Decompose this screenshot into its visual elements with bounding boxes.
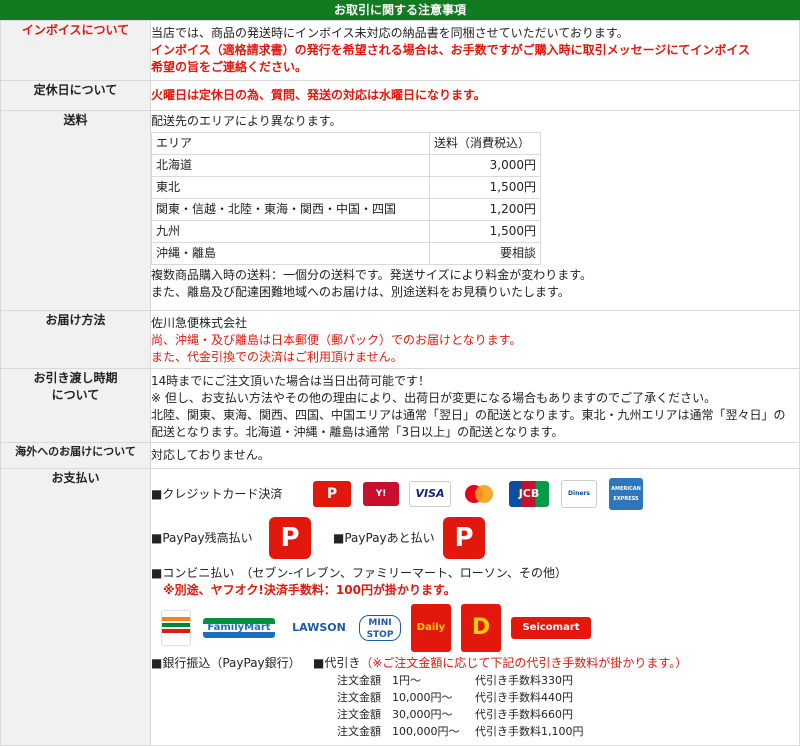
cod-fee: 代引き手数料1,100円: [475, 725, 584, 738]
payment-label: お支払い: [0, 468, 151, 746]
shipping-fee: 3,000円: [429, 154, 541, 177]
shipping-intro: 配送先のエリアにより異なります。: [151, 114, 342, 128]
paypay-row: ■PayPay残高払い P ■PayPayあと払い P: [151, 513, 799, 563]
paypay-later-label: ■PayPayあと払い: [333, 530, 435, 545]
handover-row: お引き渡し時期 について 14時までにご注文頂いた場合は当日出荷可能です！ ※ …: [0, 368, 800, 443]
cod-amount: 注文金額 10,000円～: [337, 691, 453, 704]
invoice-label: インボイスについて: [0, 20, 151, 81]
diners-logo: Diners Club: [561, 480, 597, 508]
overseas-text: 対応しておりません。: [150, 442, 800, 469]
table-row: 東北 1,500円: [151, 176, 541, 199]
handover-label: お引き渡し時期 について: [0, 368, 151, 443]
invoice-text-3: 希望の旨をご連絡ください。: [151, 60, 308, 74]
amex-logo: AMERICAN EXPRESS: [609, 478, 643, 510]
invoice-text-2: インボイス（適格請求書）の発行を希望される場合は、お手数ですがご購入時に取引メッ…: [151, 43, 751, 57]
handover-line-2: ※ 但し、お支払い方法やその他の理由により、出荷日が変更になる場合もありますので…: [151, 391, 717, 405]
shipping-row: 送料 配送先のエリアにより異なります。 エリア 送料（消費税込） 北海道 3,0…: [0, 110, 800, 311]
payment-row: お支払い ■クレジットカード決済 P Y! VISA JCB Diners Cl…: [0, 468, 800, 746]
handover-line-1: 14時までにご注文頂いた場合は当日出荷可能です！: [151, 374, 431, 388]
handover-line-4: 配送となります。北海道・沖縄・離島は通常「3日以上」の配送となります。: [151, 425, 564, 439]
paypay-card-icon: P: [313, 481, 351, 507]
shipping-fee-table: エリア 送料（消費税込） 北海道 3,000円 東北 1,500円 関東・信越・…: [151, 132, 541, 265]
shipping-note-2: また、離島及び配達困難地域へのお届けは、別途送料をお見積りいたします。: [151, 285, 570, 299]
table-row: 関東・信越・北陸・東海・関西・中国・四国 1,200円: [151, 198, 541, 221]
shipping-fee-header: エリア 送料（消費税込）: [151, 132, 541, 155]
list-item: 注文金額 1円～ 代引き手数料330円: [337, 672, 799, 689]
seven-eleven-icon: [161, 610, 191, 646]
credit-row: ■クレジットカード決済 P Y! VISA JCB Diners Club AM…: [151, 475, 799, 513]
holiday-label: 定休日について: [0, 80, 151, 111]
notice-table: インボイスについて 当店では、商品の発送時にインボイス未対応の納品書を同梱させて…: [0, 20, 800, 746]
delivery-row: お届け方法 佐川急便株式会社 尚、沖縄・及び離島は日本郵便（郵パック）でのお届け…: [0, 310, 800, 369]
cod-fee: 代引き手数料440円: [475, 691, 573, 704]
yamazaki-shop-icon: D: [461, 604, 501, 652]
holiday-row: 定休日について 火曜日は定休日の為、質問、発送の対応は水曜日になります。: [0, 80, 800, 111]
shipping-area-header: エリア: [151, 132, 430, 155]
delivery-label: お届け方法: [0, 310, 151, 369]
list-item: 注文金額 30,000円～ 代引き手数料660円: [337, 706, 799, 723]
shipping-area: 北海道: [151, 154, 430, 177]
shipping-fee: 要相談: [429, 242, 541, 265]
handover-line-3: 北陸、関東、東海、関西、四国、中国エリアは通常「翌日」の配送となります。東北・九…: [151, 408, 786, 422]
paypay-balance-icon: P: [269, 517, 311, 559]
cod-amount: 注文金額 30,000円～: [337, 708, 453, 721]
seicomart-logo: Seicomart: [511, 617, 591, 639]
shipping-area: 九州: [151, 220, 430, 243]
delivery-note-2: また、代金引換での決済はご利用頂けません。: [151, 350, 403, 364]
shipping-note-1: 複数商品購入時の送料：一個分の送料です。発送サイズにより料金が変わります。: [151, 268, 593, 282]
shipping-fee: 1,500円: [429, 176, 541, 199]
table-row: 九州 1,500円: [151, 220, 541, 243]
overseas-row: 海外へのお届けについて 対応しておりません。: [0, 442, 800, 469]
shipping-area: 沖縄・離島: [151, 242, 430, 265]
mastercard-icon: [459, 482, 499, 506]
list-item: 注文金額 100,000円～ 代引き手数料1,100円: [337, 723, 799, 740]
conbini-label: ■コンビニ払い （セブン-イレブン、ファミリーマート、ローソン、その他）: [151, 566, 567, 580]
lawson-logo: LAWSON: [292, 621, 346, 634]
cod-fee: 代引き手数料660円: [475, 708, 573, 721]
handover-label-2: について: [51, 388, 100, 402]
credit-label: ■クレジットカード決済: [151, 486, 283, 501]
delivery-carrier: 佐川急便株式会社: [151, 316, 248, 330]
invoice-text-1: 当店では、商品の発送時にインボイス未対応の納品書を同梱させていただいております。: [151, 26, 629, 40]
store-logos-row: FamilyMart LAWSON MINI STOP Daily D Seic…: [151, 601, 799, 655]
notice-page: お取引に関する注意事項 インボイスについて 当店では、商品の発送時にインボイス未…: [0, 0, 800, 746]
shipping-area: 関東・信越・北陸・東海・関西・中国・四国: [151, 198, 430, 221]
daily-yamazaki-logo: Daily: [411, 604, 451, 652]
bank-cod-row: ■銀行振込（PayPay銀行） ■代引き （※ご注文金額に応じて下記の代引き手数…: [151, 655, 799, 672]
visa-logo: VISA: [409, 481, 451, 507]
delivery-note-1: 尚、沖縄・及び離島は日本郵便（郵パック）でのお届けとなります。: [151, 333, 522, 347]
list-item: 注文金額 10,000円～ 代引き手数料440円: [337, 689, 799, 706]
page-title: お取引に関する注意事項: [0, 0, 800, 20]
cod-fee: 代引き手数料330円: [475, 674, 573, 687]
bank-transfer-label: ■銀行振込（PayPay銀行）: [151, 656, 301, 670]
shipping-fee: 1,200円: [429, 198, 541, 221]
ministop-logo: MINI STOP: [359, 615, 401, 641]
holiday-text: 火曜日は定休日の為、質問、発送の対応は水曜日になります。: [150, 80, 800, 111]
cod-label: ■代引き: [313, 656, 361, 670]
ymobile-card-icon: Y!: [363, 482, 399, 506]
overseas-label: 海外へのお届けについて: [0, 442, 151, 469]
cod-note: （※ご注文金額に応じて下記の代引き手数料が掛かります。）: [360, 656, 688, 670]
shipping-fee-header-cell: 送料（消費税込）: [429, 132, 541, 155]
shipping-fee: 1,500円: [429, 220, 541, 243]
cod-amount: 注文金額 100,000円～: [337, 725, 460, 738]
handover-label-1: お引き渡し時期: [33, 371, 118, 385]
jcb-logo: JCB: [509, 481, 549, 507]
cod-fee-list: 注文金額 1円～ 代引き手数料330円 注文金額 10,000円～ 代引き手数料44…: [337, 672, 799, 740]
invoice-row: インボイスについて 当店では、商品の発送時にインボイス未対応の納品書を同梱させて…: [0, 20, 800, 81]
shipping-label: 送料: [0, 110, 151, 311]
table-row: 沖縄・離島 要相談: [151, 242, 541, 265]
paypay-balance-label: ■PayPay残高払い: [151, 530, 253, 545]
conbini-fee-note: ※別途、ヤフオク!決済手数料：100円が掛かります。: [163, 583, 456, 597]
familymart-logo: FamilyMart: [203, 618, 275, 638]
cod-amount: 注文金額 1円～: [337, 674, 421, 687]
table-row: 北海道 3,000円: [151, 154, 541, 177]
paypay-later-icon: P: [443, 517, 485, 559]
shipping-area: 東北: [151, 176, 430, 199]
